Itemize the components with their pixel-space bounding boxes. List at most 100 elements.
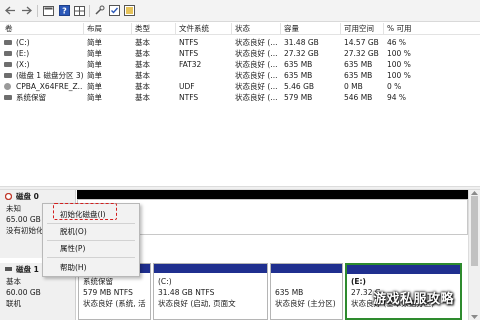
- column-header-status[interactable]: 状态: [235, 24, 250, 34]
- grid-icon[interactable]: [73, 4, 86, 17]
- volume-capacity: 27.32 GB: [284, 49, 319, 58]
- volume-layout: 简单: [87, 82, 102, 91]
- disk1-label: 磁盘 1: [16, 265, 39, 274]
- disk-icon: [4, 95, 12, 100]
- volume-status: 状态良好 (...: [235, 60, 278, 69]
- properties-icon[interactable]: [93, 4, 106, 17]
- volume-name: CPBA_X64FRE_Z...: [16, 82, 82, 91]
- volume-percent: 100 %: [387, 60, 411, 69]
- volume-capacity: 635 MB: [284, 60, 313, 69]
- table-row[interactable]: 系统保留 简单 基本 NTFS 状态良好 (... 579 MB 546 MB …: [0, 92, 480, 103]
- menu-item-properties[interactable]: 属性(P): [43, 242, 139, 255]
- toolbar: ?: [0, 0, 480, 22]
- volume-status: 状态良好 (...: [235, 71, 278, 80]
- scroll-down-icon[interactable]: [471, 315, 478, 320]
- volume-name: (E:): [16, 49, 30, 58]
- partition-bar: [347, 265, 460, 274]
- disk-icon: [5, 267, 12, 271]
- volume-filesystem: NTFS: [179, 93, 199, 102]
- partition-size: 31.48 GB NTFS: [158, 288, 215, 297]
- volume-free: 635 MB: [344, 71, 373, 80]
- volume-layout: 简单: [87, 60, 102, 69]
- volume-capacity: 635 MB: [284, 71, 313, 80]
- forward-icon[interactable]: [20, 4, 33, 17]
- table-row[interactable]: (磁盘 1 磁盘分区 3) 简单 基本 状态良好 (... 635 MB 635…: [0, 70, 480, 81]
- column-header-volume[interactable]: 卷: [5, 24, 13, 34]
- volume-free: 14.57 GB: [344, 38, 379, 47]
- volume-name: (C:): [16, 38, 30, 47]
- volume-type: 基本: [135, 60, 150, 69]
- volume-capacity: 5.46 GB: [284, 82, 315, 91]
- partition-size: 579 MB NTFS: [83, 288, 133, 297]
- column-divider[interactable]: [280, 23, 281, 34]
- disk0-type: 未知: [6, 204, 21, 213]
- column-header-row: 卷 布局 类型 文件系统 状态 容量 可用空间 % 可用: [0, 22, 480, 35]
- column-header-free[interactable]: 可用空间: [344, 24, 374, 34]
- table-row[interactable]: CPBA_X64FRE_Z... 简单 基本 UDF 状态良好 (... 5.4…: [0, 81, 480, 92]
- volume-status: 状态良好 (...: [235, 93, 278, 102]
- cd-drive-icon: [4, 83, 11, 90]
- volume-free: 635 MB: [344, 60, 373, 69]
- menu-item-offline[interactable]: 脱机(O): [43, 225, 139, 238]
- volume-percent: 0 %: [387, 82, 402, 91]
- column-divider[interactable]: [340, 23, 341, 34]
- folder-icon[interactable]: [123, 4, 136, 17]
- volume-type: 基本: [135, 93, 150, 102]
- checkmark-icon[interactable]: [108, 4, 121, 17]
- volume-percent: 94 %: [387, 93, 407, 102]
- view-icon[interactable]: [42, 4, 55, 17]
- disk-icon: [4, 62, 12, 67]
- volume-list: 卷 布局 类型 文件系统 状态 容量 可用空间 % 可用 (C:) 简单 基本 …: [0, 22, 480, 186]
- disk-error-icon: [5, 193, 12, 200]
- volume-layout: 简单: [87, 38, 102, 47]
- volume-type: 基本: [135, 49, 150, 58]
- column-header-filesystem[interactable]: 文件系统: [179, 24, 209, 34]
- volume-capacity: 579 MB: [284, 93, 313, 102]
- column-divider[interactable]: [231, 23, 232, 34]
- partition-bar: [271, 264, 342, 273]
- toolbar-separator: [89, 5, 90, 17]
- volume-free: 546 MB: [344, 93, 373, 102]
- volume-type: 基本: [135, 38, 150, 47]
- svg-text:?: ?: [62, 7, 67, 16]
- toolbar-separator: [37, 5, 38, 17]
- volume-percent: 46 %: [387, 38, 407, 47]
- volume-layout: 简单: [87, 93, 102, 102]
- disk0-status: 没有初始化: [6, 226, 44, 235]
- scroll-up-icon[interactable]: [471, 190, 478, 195]
- volume-name: 系统保留: [16, 93, 46, 102]
- unallocated-bar: [77, 190, 468, 199]
- table-row[interactable]: (E:) 简单 基本 NTFS 状态良好 (... 27.32 GB 27.32…: [0, 48, 480, 59]
- scrollbar-thumb[interactable]: [471, 196, 478, 266]
- partition-status: 状态良好 (系统, 活: [83, 299, 146, 308]
- volume-free: 27.32 GB: [344, 49, 379, 58]
- column-divider[interactable]: [83, 23, 84, 34]
- disk0-size: 65.00 GB: [6, 215, 41, 224]
- partition-3[interactable]: 635 MB 状态良好 (主分区): [270, 263, 343, 320]
- watermark-text: 游戏私服攻略: [373, 292, 455, 307]
- disk-icon: [4, 40, 12, 45]
- column-divider[interactable]: [131, 23, 132, 34]
- menu-item-help[interactable]: 帮助(H): [43, 261, 139, 274]
- volume-type: 基本: [135, 82, 150, 91]
- volume-status: 状态良好 (...: [235, 49, 278, 58]
- help-icon[interactable]: ?: [58, 4, 71, 17]
- volume-percent: 100 %: [387, 49, 411, 58]
- column-header-capacity[interactable]: 容量: [284, 24, 299, 34]
- column-divider[interactable]: [383, 23, 384, 34]
- volume-status: 状态良好 (...: [235, 38, 278, 47]
- disk1-type: 基本: [6, 277, 21, 286]
- vertical-scrollbar[interactable]: [468, 190, 480, 320]
- column-divider[interactable]: [175, 23, 176, 34]
- table-row[interactable]: (X:) 简单 基本 FAT32 状态良好 (... 635 MB 635 MB…: [0, 59, 480, 70]
- volume-layout: 简单: [87, 71, 102, 80]
- disk1-size: 60.00 GB: [6, 288, 41, 297]
- table-row[interactable]: (C:) 简单 基本 NTFS 状态良好 (... 31.48 GB 14.57…: [0, 37, 480, 48]
- column-header-layout[interactable]: 布局: [87, 24, 102, 34]
- column-header-type[interactable]: 类型: [135, 24, 150, 34]
- volume-filesystem: FAT32: [179, 60, 202, 69]
- volume-percent: 100 %: [387, 71, 411, 80]
- partition-c[interactable]: (C:) 31.48 GB NTFS 状态良好 (启动, 页面文: [153, 263, 268, 320]
- column-header-percent[interactable]: % 可用: [387, 24, 412, 34]
- back-icon[interactable]: [4, 4, 17, 17]
